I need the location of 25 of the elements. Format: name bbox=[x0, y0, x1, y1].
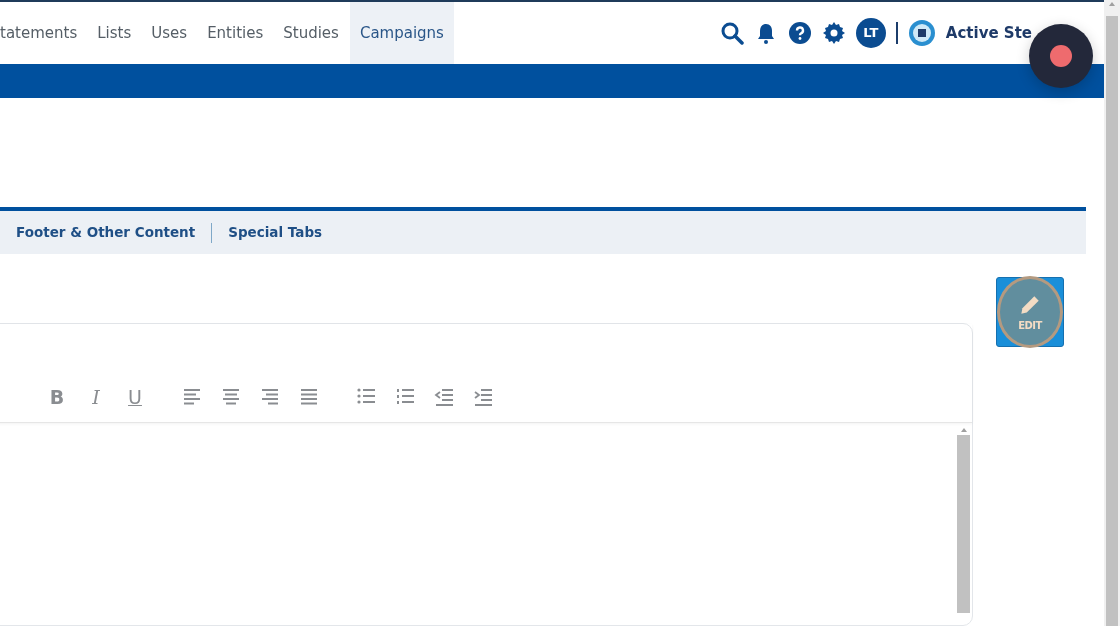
nav-link[interactable]: Studies bbox=[273, 2, 349, 64]
align-justify-icon bbox=[299, 386, 319, 408]
align-center-icon bbox=[221, 386, 241, 408]
text-editor[interactable]: B I U bbox=[0, 323, 973, 626]
align-left-icon bbox=[182, 386, 202, 408]
outdent-icon bbox=[434, 386, 454, 408]
page-scrollbar[interactable] bbox=[1104, 0, 1120, 626]
nav-link[interactable]: Uses bbox=[141, 2, 198, 64]
indent-icon bbox=[473, 386, 493, 408]
logo-icon bbox=[907, 19, 936, 47]
nav-link[interactable]: tatements bbox=[0, 2, 88, 64]
italic-button[interactable]: I bbox=[84, 386, 108, 408]
settings-icon[interactable] bbox=[821, 21, 846, 45]
nav-link[interactable]: Lists bbox=[87, 2, 142, 64]
nav-link[interactable]: Entities bbox=[197, 2, 274, 64]
content-tab[interactable]: Footer & Other Content bbox=[0, 222, 212, 243]
search-icon[interactable] bbox=[719, 21, 744, 45]
user-avatar[interactable]: LT bbox=[855, 18, 886, 48]
nav-link[interactable]: Campaigns bbox=[349, 2, 454, 64]
help-icon[interactable] bbox=[787, 21, 812, 45]
align-right-icon bbox=[260, 386, 280, 408]
brand-name: Active Ste bbox=[945, 22, 1032, 44]
bold-button[interactable]: B bbox=[45, 386, 69, 408]
content-tab[interactable]: Special Tabs bbox=[212, 222, 339, 243]
underline-button[interactable]: U bbox=[123, 386, 147, 408]
